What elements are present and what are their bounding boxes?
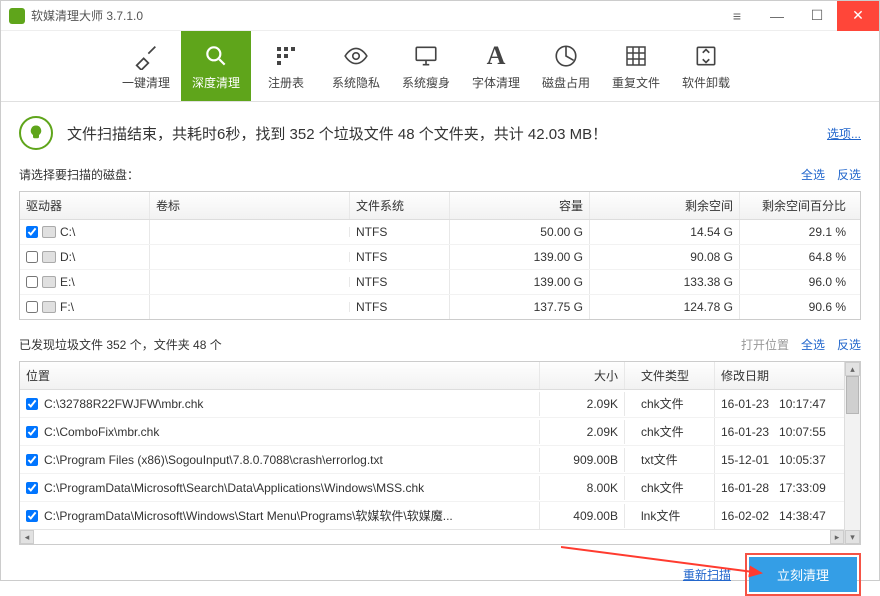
file-count-text: 已发现垃圾文件 352 个，文件夹 48 个: [19, 336, 222, 353]
action-row: 重新扫描 立刻清理: [1, 545, 879, 596]
file-type: chk文件: [625, 474, 715, 501]
tab-system-slim[interactable]: 系统瘦身: [391, 31, 461, 101]
file-section-header: 已发现垃圾文件 352 个，文件夹 48 个 打开位置 全选 反选: [1, 334, 879, 357]
file-row[interactable]: C:\ProgramData\Microsoft\Windows\Start M…: [20, 502, 844, 529]
file-row[interactable]: C:\32788R22FWJFW\mbr.chk 2.09Kchk文件16-01-…: [20, 390, 844, 418]
scroll-thumb[interactable]: [846, 376, 859, 414]
file-row[interactable]: C:\ComboFix\mbr.chk 2.09Kchk文件16-01-23 10…: [20, 418, 844, 446]
arrow-annotation-icon: [561, 543, 771, 581]
drive-name: C:\: [60, 225, 75, 239]
drive-icon: [42, 301, 56, 313]
file-path: C:\32788R22FWJFW\mbr.chk: [44, 397, 203, 411]
tab-uninstall[interactable]: 软件卸载: [671, 31, 741, 101]
tab-registry[interactable]: 注册表: [251, 31, 321, 101]
disk-invert-link[interactable]: 反选: [837, 166, 861, 183]
maximize-button[interactable]: ☐: [797, 1, 837, 31]
file-mtime: 15-12-01 10:05:37: [715, 448, 844, 472]
menu-button[interactable]: ≡: [717, 1, 757, 31]
file-mtime: 16-02-02 14:38:47: [715, 504, 844, 528]
eye-icon: [342, 42, 370, 70]
pie-icon: [552, 42, 580, 70]
main-toolbar: 一键清理 深度清理 注册表 系统隐私 系统瘦身 A 字体清理 磁盘占用: [1, 31, 879, 102]
file-type: txt文件: [625, 446, 715, 473]
file-path: C:\ComboFix\mbr.chk: [44, 425, 159, 439]
drive-name: D:\: [60, 250, 75, 264]
tab-deep-clean[interactable]: 深度清理: [181, 31, 251, 101]
file-checkbox[interactable]: [26, 482, 38, 494]
disk-checkbox[interactable]: [26, 301, 38, 313]
file-size: 909.00B: [540, 448, 625, 472]
brush-icon: [132, 42, 160, 70]
file-path: C:\ProgramData\Microsoft\Search\Data\App…: [44, 481, 424, 495]
file-checkbox[interactable]: [26, 510, 38, 522]
file-type: chk文件: [625, 418, 715, 445]
title-bar: 软媒清理大师 3.7.1.0 ≡ ― ☐ ✕: [1, 1, 879, 31]
scan-summary: 文件扫描结束，共耗时6秒，找到 352 个垃圾文件 48 个文件夹，共计 42.…: [1, 102, 879, 164]
file-path: C:\Program Files (x86)\SogouInput\7.8.0.…: [44, 453, 383, 467]
file-table-header: 位置 大小 文件类型 修改日期: [20, 362, 844, 390]
file-invert-link[interactable]: 反选: [837, 336, 861, 353]
file-path: C:\ProgramData\Microsoft\Windows\Start M…: [44, 507, 453, 524]
disk-row[interactable]: C:\NTFS50.00 G14.54 G29.1 %: [20, 220, 860, 245]
tab-one-click-clean[interactable]: 一键清理: [111, 31, 181, 101]
scroll-down-icon[interactable]: ▾: [845, 530, 860, 544]
grid-dup-icon: [622, 42, 650, 70]
disk-row[interactable]: E:\NTFS139.00 G133.38 G96.0 %: [20, 270, 860, 295]
file-row[interactable]: C:\ProgramData\Microsoft\Search\Data\App…: [20, 474, 844, 502]
file-size: 8.00K: [540, 476, 625, 500]
file-type: chk文件: [625, 390, 715, 417]
file-checkbox[interactable]: [26, 398, 38, 410]
v-scrollbar[interactable]: ▴ ▾: [844, 362, 860, 544]
file-type: lnk文件: [625, 502, 715, 529]
disk-table: 驱动器 卷标 文件系统 容量 剩余空间 剩余空间百分比 C:\NTFS50.00…: [19, 191, 861, 320]
rescan-link[interactable]: 重新扫描: [683, 566, 731, 583]
clean-now-button[interactable]: 立刻清理: [749, 557, 857, 592]
disk-checkbox[interactable]: [26, 226, 38, 238]
lightbulb-icon: [19, 116, 53, 150]
drive-name: F:\: [60, 300, 74, 314]
file-row[interactable]: C:\Program Files (x86)\SogouInput\7.8.0.…: [20, 446, 844, 474]
h-scrollbar[interactable]: ◂ ▸: [20, 529, 844, 544]
file-size: 2.09K: [540, 392, 625, 416]
options-link[interactable]: 选项...: [827, 125, 861, 142]
window-title: 软媒清理大师 3.7.1.0: [31, 7, 143, 24]
disk-table-header: 驱动器 卷标 文件系统 容量 剩余空间 剩余空间百分比: [20, 192, 860, 220]
file-checkbox[interactable]: [26, 454, 38, 466]
file-select-all-link[interactable]: 全选: [801, 336, 825, 353]
drive-icon: [42, 251, 56, 263]
clean-now-highlight: 立刻清理: [745, 553, 861, 596]
close-button[interactable]: ✕: [837, 1, 879, 31]
grid-icon: [272, 42, 300, 70]
scroll-up-icon[interactable]: ▴: [845, 362, 860, 376]
file-mtime: 16-01-23 10:07:55: [715, 420, 844, 444]
magnifier-icon: [202, 42, 230, 70]
tab-privacy[interactable]: 系统隐私: [321, 31, 391, 101]
monitor-icon: [412, 42, 440, 70]
drive-icon: [42, 226, 56, 238]
file-mtime: 16-01-23 10:17:47: [715, 392, 844, 416]
file-size: 2.09K: [540, 420, 625, 444]
disk-section-header: 请选择要扫描的磁盘： 全选 反选: [1, 164, 879, 187]
disk-checkbox[interactable]: [26, 251, 38, 263]
file-table: 位置 大小 文件类型 修改日期 C:\32788R22FWJFW\mbr.chk…: [19, 361, 861, 545]
tab-disk-usage[interactable]: 磁盘占用: [531, 31, 601, 101]
tab-duplicate-files[interactable]: 重复文件: [601, 31, 671, 101]
tab-font-clean[interactable]: A 字体清理: [461, 31, 531, 101]
minimize-button[interactable]: ―: [757, 1, 797, 31]
font-icon: A: [482, 42, 510, 70]
file-checkbox[interactable]: [26, 426, 38, 438]
disk-checkbox[interactable]: [26, 276, 38, 288]
drive-icon: [42, 276, 56, 288]
disk-select-all-link[interactable]: 全选: [801, 166, 825, 183]
open-location-link[interactable]: 打开位置: [741, 336, 789, 353]
disk-prompt: 请选择要扫描的磁盘：: [19, 166, 139, 183]
file-size: 409.00B: [540, 504, 625, 528]
disk-row[interactable]: F:\NTFS137.75 G124.78 G90.6 %: [20, 295, 860, 319]
recycle-icon: [692, 42, 720, 70]
app-logo-icon: [9, 8, 25, 24]
drive-name: E:\: [60, 275, 75, 289]
summary-text: 文件扫描结束，共耗时6秒，找到 352 个垃圾文件 48 个文件夹，共计 42.…: [67, 123, 607, 144]
file-mtime: 16-01-28 17:33:09: [715, 476, 844, 500]
disk-row[interactable]: D:\NTFS139.00 G90.08 G64.8 %: [20, 245, 860, 270]
